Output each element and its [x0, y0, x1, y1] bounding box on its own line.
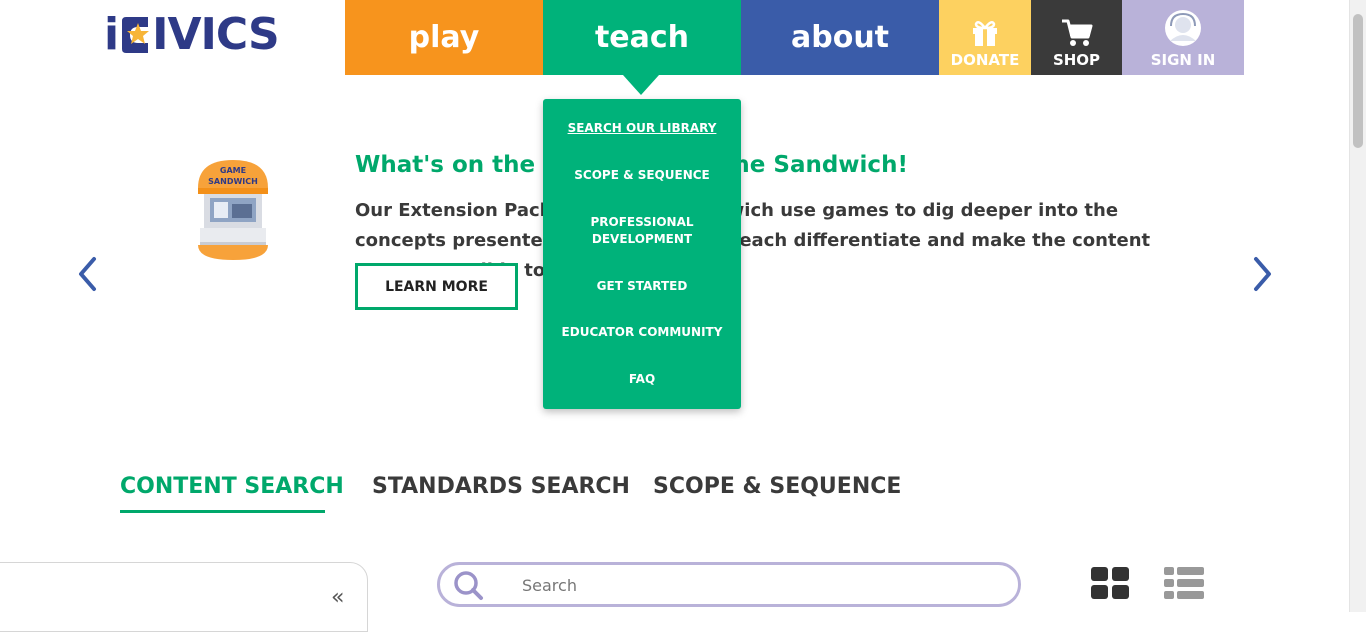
logo-star-icon [118, 15, 152, 55]
menu-item-get-started[interactable]: GET STARTED [543, 278, 741, 295]
game-sandwich-image: GAME SANDWICH [196, 158, 270, 262]
page-scrollbar[interactable] [1349, 0, 1366, 612]
badge-line2: SANDWICH [208, 177, 258, 186]
nav-signin[interactable]: SIGN IN [1122, 0, 1244, 75]
tab-scope-sequence[interactable]: SCOPE & SEQUENCE [653, 474, 901, 499]
icivics-logo[interactable]: i IVICS [104, 9, 280, 60]
nav-donate-label: DONATE [950, 50, 1020, 69]
nav-about-label: about [790, 20, 890, 55]
tab-standards-search[interactable]: STANDARDS SEARCH [372, 474, 630, 499]
search-input[interactable] [520, 573, 1000, 597]
cart-icon [1060, 13, 1094, 47]
collapse-panel-button[interactable]: « [331, 585, 344, 610]
nav-play[interactable]: play [345, 0, 543, 75]
menu-item-educator-community[interactable]: EDUCATOR COMMUNITY [543, 324, 741, 341]
nav-signin-label: SIGN IN [1150, 50, 1216, 69]
nav-teach[interactable]: teach [543, 0, 741, 75]
dropdown-caret [623, 75, 659, 95]
menu-item-search-library[interactable]: SEARCH OUR LIBRARY [543, 120, 741, 137]
menu-item-professional-line1: PROFESSIONAL [590, 215, 694, 229]
carousel-next-arrow[interactable] [1248, 256, 1278, 292]
nav-donate[interactable]: DONATE [939, 0, 1031, 75]
menu-item-professional-development[interactable]: PROFESSIONAL DEVELOPMENT [543, 214, 741, 248]
main-nav: play teach about DONATE SHOP SIGN IN [345, 0, 1244, 75]
nav-play-label: play [408, 20, 480, 55]
learn-more-button[interactable]: LEARN MORE [355, 263, 518, 310]
menu-item-faq[interactable]: FAQ [543, 371, 741, 388]
menu-item-scope-sequence[interactable]: SCOPE & SEQUENCE [543, 167, 741, 184]
logo-text-ivics: IVICS [152, 9, 280, 60]
search-icon [454, 571, 483, 600]
search-bar [437, 562, 1021, 607]
carousel-prev-arrow[interactable] [74, 256, 104, 292]
avatar-icon [1163, 9, 1203, 47]
nav-shop[interactable]: SHOP [1031, 0, 1122, 75]
learn-more-label: LEARN MORE [385, 278, 488, 295]
teach-dropdown-menu: SEARCH OUR LIBRARY SCOPE & SEQUENCE PROF… [543, 99, 741, 409]
badge-line1: GAME [220, 166, 246, 175]
nav-about[interactable]: about [741, 0, 939, 75]
list-view-icon[interactable] [1163, 566, 1205, 600]
active-tab-underline [120, 510, 325, 513]
menu-item-professional-line2: DEVELOPMENT [591, 232, 693, 246]
grid-view-icon[interactable] [1090, 566, 1130, 600]
tab-content-search[interactable]: CONTENT SEARCH [120, 474, 344, 499]
scrollbar-thumb[interactable] [1353, 14, 1363, 148]
nav-teach-label: teach [594, 20, 690, 55]
gift-icon [970, 13, 1000, 47]
nav-shop-label: SHOP [1052, 50, 1101, 69]
filter-side-panel [0, 562, 368, 632]
logo-text-i: i [104, 9, 119, 60]
